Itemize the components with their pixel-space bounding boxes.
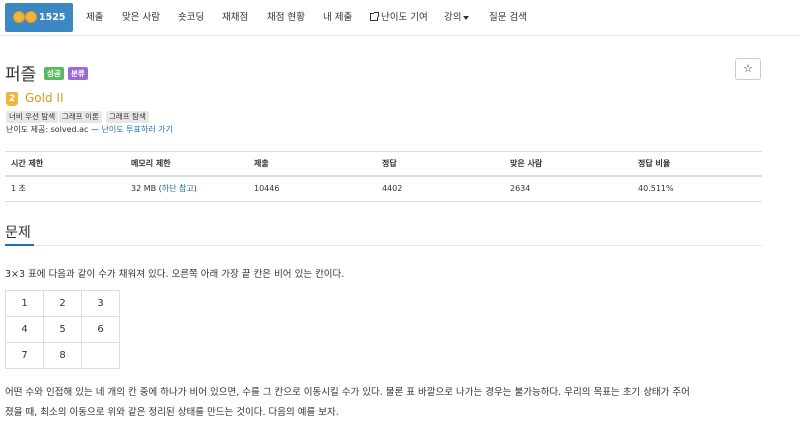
grid-cell: 3 [81,290,120,317]
algorithm-tag[interactable]: 그래프 탐색 [106,111,149,123]
solver-count: 2634 [510,184,531,193]
puzzle-grid: 1 2 3 4 5 6 7 8 [5,290,120,369]
memory-note-link[interactable]: 하단 참고 [162,184,194,193]
nav-lectures-label: 강의 [444,12,462,23]
tier-badge-icon: 2 [6,92,18,106]
tier-icon [13,11,25,23]
stats-header: 맞은 사람 [510,159,543,168]
stats-header: 정답 [382,159,397,168]
difficulty-prefix: 난이도 제공: solved.ac — [6,125,102,134]
stats-header: 제출 [254,159,269,168]
nav-problem-tab[interactable]: 1525번 [5,3,73,52]
tier-icon [25,11,37,23]
problem-body-line: 졌을 때, 최소의 이동으로 위와 같은 정리된 상태를 만드는 것이다. 다음… [5,407,339,418]
success-label: 성공 [44,67,64,80]
section-divider [5,245,762,246]
grid-cell: 4 [5,316,44,343]
problem-intro: 3×3 표에 다음과 같이 수가 채워져 있다. 오른쪽 아래 가장 끝 칸은 … [5,269,345,280]
grid-cell: 2 [43,290,82,317]
stats-header: 메모리 제한 [131,159,171,168]
top-navigation: 1525번 제출 맞은 사람 숏코딩 재채점 채점 현황 내 제출 난이도 기여… [0,0,800,52]
caret-down-icon [463,15,470,20]
grid-cell: 1 [5,290,44,317]
difficulty-provider: 난이도 제공: solved.ac — 난이도 투표하러 가기 [6,124,173,135]
vote-difficulty-link[interactable]: 난이도 투표하러 가기 [102,125,173,134]
algorithm-tag[interactable]: 너비 우선 탐색 [6,111,59,123]
nav-solvers[interactable]: 맞은 사람 [122,0,160,36]
stats-header-row: 시간 제한 메모리 제한 제출 정답 맞은 사람 정답 비율 [5,151,762,177]
star-button[interactable]: ☆ [735,58,761,80]
problem-title: 퍼즐 [5,65,37,85]
grid-cell: 7 [5,342,44,369]
nav-status[interactable]: 채점 현황 [267,0,305,36]
nav-question-search[interactable]: 질문 검색 [489,0,527,36]
nav-difficulty-contribution[interactable]: 난이도 기여 [370,0,428,36]
nav-submit[interactable]: 제출 [86,0,103,36]
problem-body-line: 어떤 수와 인접해 있는 네 개의 칸 중에 하나가 비어 있으면, 수를 그 … [5,387,690,398]
nav-lectures-dropdown[interactable]: 강의 [444,0,470,36]
algorithm-tag[interactable]: 그래프 이론 [59,111,102,123]
memory-limit: 32 MB (하단 참고) [131,177,197,201]
memory-note-close: ) [193,184,197,193]
nav-difficulty-label: 난이도 기여 [381,12,428,23]
accept-ratio: 40.511% [638,184,674,193]
nav-rejudge[interactable]: 재채점 [222,0,248,36]
submission-count: 10446 [254,184,280,193]
grid-cell: 5 [43,316,82,343]
time-limit: 1 초 [11,184,26,193]
accepted-count: 4402 [382,184,403,193]
star-icon: ☆ [743,62,753,75]
nav-short-coding[interactable]: 숏코딩 [178,0,204,36]
stats-header: 시간 제한 [11,159,44,168]
nav-my-submissions[interactable]: 내 제출 [323,0,352,36]
memory-limit-value: 32 MB [131,184,157,193]
stats-header: 정답 비율 [638,159,671,168]
stats-row: 1 초 32 MB (하단 참고) 10446 4402 2634 40.511… [5,177,762,202]
grid-cell: 8 [43,342,82,369]
category-label: 분류 [68,67,88,80]
grid-cell-empty [81,342,120,369]
section-divider-accent [5,244,34,246]
tier-name[interactable]: Gold II [25,91,63,105]
grid-cell: 6 [81,316,120,343]
section-title: 문제 [5,225,31,241]
external-link-icon [370,12,379,21]
problem-number: 1525번 [39,12,66,52]
